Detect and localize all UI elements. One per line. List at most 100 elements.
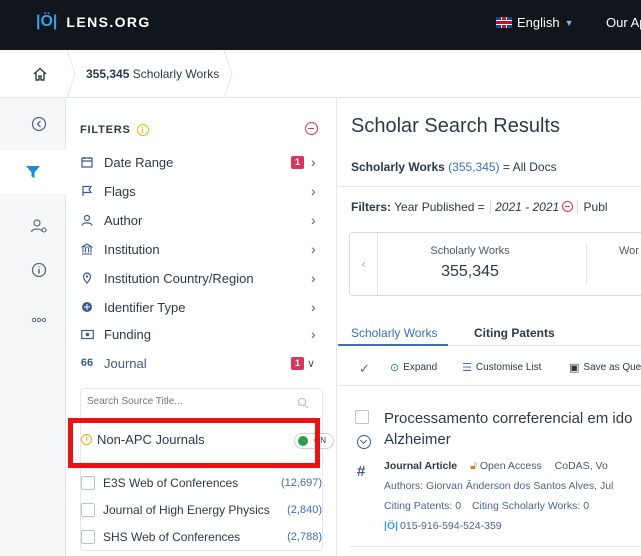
summary-count[interactable]: (355,345)	[448, 160, 499, 174]
calendar-icon	[80, 155, 94, 169]
result-checkbox[interactable]	[355, 410, 369, 424]
select-all-check-icon[interactable]: ✓	[359, 361, 374, 377]
location-icon	[80, 271, 94, 285]
lens-logo-icon: |Ö|	[384, 520, 399, 532]
breadcrumb-item-scholarly-works[interactable]: 355,345 Scholarly Works	[86, 67, 219, 81]
filter-item-identifier-type[interactable]: Identifier Type ›	[66, 293, 337, 321]
info-icon[interactable]	[29, 260, 49, 280]
expand-label: Expand	[403, 362, 438, 373]
active-tab-indicator	[338, 344, 448, 346]
filter-item-flags[interactable]: Flags ›	[66, 177, 337, 205]
result-citations: Citing Patents: 0 Citing Scholarly Works…	[384, 500, 589, 512]
publication-type: Journal Article	[384, 460, 458, 472]
journal-checkbox[interactable]	[81, 476, 95, 490]
divider	[586, 243, 587, 285]
filter-item-date-range[interactable]: Date Range 1 ›	[66, 148, 337, 176]
expand-icon: ⊙	[390, 362, 400, 374]
chevron-right-icon: ›	[311, 241, 316, 257]
filter-item-label: Journal	[104, 355, 147, 371]
chevron-down-icon: ▼	[564, 17, 574, 28]
filter-item-label: Institution Country/Region	[104, 270, 254, 286]
source-title[interactable]: CoDAS, Vo	[555, 460, 608, 472]
pagination-bar	[349, 546, 641, 556]
lens-id[interactable]: |Ö| 015-916-594-524-359	[384, 520, 502, 532]
save-as-query-button[interactable]: ▣ Save as Que	[569, 361, 641, 374]
filters-label: Filters:	[351, 200, 392, 214]
person-icon	[80, 213, 94, 227]
identifier-icon	[80, 300, 94, 314]
open-access-icon: 🔓︎	[470, 460, 477, 472]
breadcrumb-separator	[223, 50, 233, 98]
journal-filter-box: i Non-APC Journals ON E3S Web of Confere…	[80, 388, 334, 551]
result-authors[interactable]: Authors: Giorvan Ânderson dos Santos Alv…	[384, 480, 613, 492]
filter-item-funding[interactable]: Funding ›	[66, 320, 337, 348]
results-toolbar: ✓ ⊙ Expand ☰ Customise List ▣ Save as Que	[338, 357, 641, 379]
funding-icon	[80, 327, 94, 341]
expand-result-icon[interactable]	[357, 435, 371, 449]
filters-panel: FILTERS i Date Range 1 › Flags › Author …	[66, 98, 337, 556]
uk-flag-icon	[496, 17, 512, 28]
highlight-box	[68, 418, 320, 468]
filter-item-institution[interactable]: Institution ›	[66, 235, 337, 263]
more-icon[interactable]	[29, 310, 49, 330]
active-filters: Filters: Year Published = 2021 - 2021 Pu…	[351, 200, 608, 214]
journal-name: SHS Web of Conferences	[103, 530, 241, 544]
result-tabs: Scholarly Works Citing Patents	[338, 320, 641, 346]
filter-icon[interactable]	[0, 150, 66, 194]
info-icon[interactable]: i	[136, 124, 149, 136]
chevron-right-icon: ›	[311, 326, 316, 342]
source-search	[81, 389, 322, 419]
journal-name: Journal of High Energy Physics	[103, 503, 270, 517]
filters-title: FILTERS	[80, 124, 131, 136]
active-count-badge: 1	[291, 155, 304, 169]
result-title[interactable]: Processamento correferencial em ido Alzh…	[384, 408, 641, 450]
filter-item-institution-country[interactable]: Institution Country/Region ›	[66, 264, 337, 292]
journal-checkbox[interactable]	[81, 530, 95, 544]
filter-item-label: Date Range	[104, 154, 174, 170]
chevron-down-icon: ∨	[307, 357, 316, 370]
chevron-left-icon[interactable]: ‹	[350, 233, 378, 295]
journal-checkbox[interactable]	[81, 503, 95, 517]
customise-list-button[interactable]: ☰ Customise List	[462, 361, 541, 374]
lens-logo[interactable]: |Ö| LENS.ORG	[36, 13, 151, 31]
source-title-search-input[interactable]	[87, 396, 287, 407]
hash-icon: #	[357, 463, 366, 480]
remove-filter-icon[interactable]	[562, 201, 574, 212]
results-area: Scholar Search Results Scholarly Works (…	[338, 98, 641, 556]
journal-count: (2,840)	[287, 504, 322, 516]
stat-label-next: Wor	[619, 245, 639, 257]
left-rail	[0, 98, 66, 556]
logo-text: LENS.ORG	[66, 14, 151, 30]
active-count-badge: 1	[291, 356, 304, 370]
filters-header: FILTERS i	[80, 124, 149, 136]
lens-id-value: 015-916-594-524-359	[400, 520, 502, 532]
filter-item-author[interactable]: Author ›	[66, 206, 337, 234]
users-settings-icon[interactable]	[29, 216, 49, 236]
journal-list-item[interactable]: SHS Web of Conferences (2,788)	[81, 525, 324, 549]
tab-citing-patents[interactable]: Citing Patents	[474, 326, 555, 340]
citing-works[interactable]: Citing Scholarly Works: 0	[472, 500, 589, 512]
expand-button[interactable]: ⊙ Expand	[390, 361, 437, 374]
summary-prefix: Scholarly Works	[351, 160, 445, 174]
stat-label: Scholarly Works	[430, 245, 510, 257]
citing-patents[interactable]: Citing Patents: 0	[384, 500, 461, 512]
collapse-icon[interactable]	[29, 114, 49, 134]
stat-value: 355,345	[441, 263, 499, 280]
search-icon[interactable]	[297, 397, 309, 409]
clear-filters-icon[interactable]	[305, 122, 318, 135]
filter-item-label: Identifier Type	[104, 299, 186, 315]
divider	[338, 385, 641, 386]
filter-pill[interactable]: 2021 - 2021	[490, 200, 579, 214]
customise-label: Customise List	[475, 362, 542, 373]
journal-list-item[interactable]: Journal of High Energy Physics (2,840)	[81, 498, 324, 522]
filter-item-journal[interactable]: 66 Journal 1 ∨	[66, 349, 337, 377]
result-meta: Journal Article 🔓︎ Open Access CoDAS, Vo	[384, 460, 608, 473]
home-icon[interactable]	[32, 66, 48, 82]
filter-value: 2021 - 2021	[495, 200, 560, 214]
filter-item-label: Institution	[104, 241, 160, 257]
language-selector[interactable]: English ▼	[496, 15, 574, 30]
tab-scholarly-works[interactable]: Scholarly Works	[351, 326, 437, 340]
journal-count: (2,788)	[287, 531, 322, 543]
our-apps-menu[interactable]: Our Ap	[606, 15, 641, 30]
journal-list-item[interactable]: E3S Web of Conferences (12,697)	[81, 471, 324, 495]
